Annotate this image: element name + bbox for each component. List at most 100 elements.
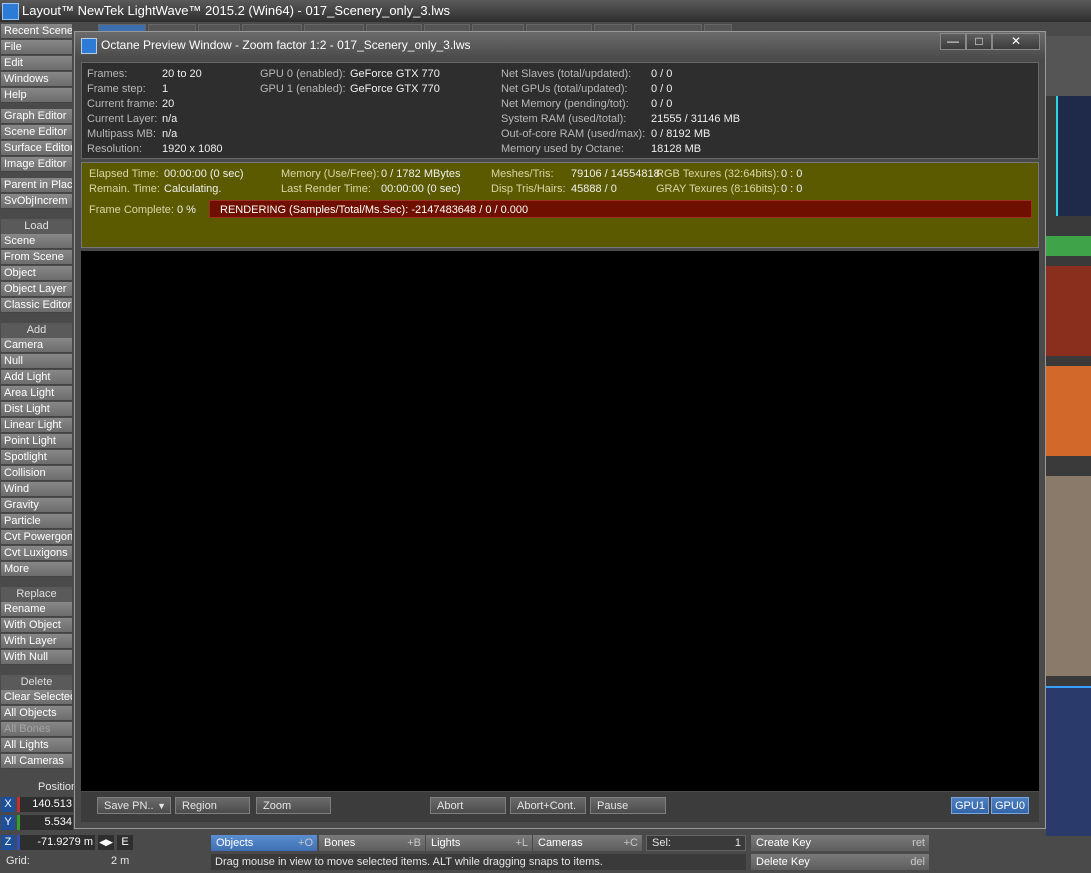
bones-tab-label: Bones [324, 837, 356, 849]
dist-light-button[interactable]: Dist Light [1, 402, 72, 417]
multipass-label: Multipass MB: [87, 128, 157, 140]
spotlight-button[interactable]: Spotlight [1, 450, 72, 465]
e-toggle[interactable]: E [117, 835, 133, 850]
net-memory-value: 0 / 0 [651, 98, 673, 110]
file-button[interactable]: File [1, 40, 72, 55]
rgb-textures-value: 0 : 0 [781, 168, 803, 180]
load-object-layer-button[interactable]: Object Layer [1, 282, 72, 297]
delete-all-cameras-button[interactable]: All Cameras [1, 754, 72, 769]
octane-window-title: Octane Preview Window - Zoom factor 1:2 … [101, 38, 471, 52]
position-label: Position [38, 781, 78, 793]
x-axis-toggle[interactable]: X [1, 797, 15, 812]
disp-tris-label: Disp Tris/Hairs: [491, 183, 566, 195]
current-frame-value: 20 [162, 98, 175, 110]
parent-in-place-button[interactable]: Parent in Place [1, 178, 72, 193]
svobjincrem-button[interactable]: SvObjIncrem [1, 194, 72, 209]
y-position-field[interactable]: 5.534 [17, 815, 73, 830]
particle-button[interactable]: Particle [1, 514, 72, 529]
lights-shortcut: +L [515, 837, 528, 849]
region-button[interactable]: Region [175, 797, 250, 814]
graph-editor-button[interactable]: Graph Editor [1, 109, 72, 124]
sel-label: Sel: [652, 837, 671, 849]
rename-button[interactable]: Rename [1, 602, 72, 617]
delete-key-button[interactable]: Delete Key del [751, 854, 929, 870]
sel-value: 1 [734, 837, 741, 849]
add-header: Add [1, 323, 72, 338]
octane-window-icon [81, 38, 97, 54]
point-light-button[interactable]: Point Light [1, 434, 72, 449]
save-png-dropdown[interactable]: Save PN.. ▼ [97, 797, 171, 814]
windows-button[interactable]: Windows [1, 72, 72, 87]
pause-button[interactable]: Pause [590, 797, 666, 814]
add-light-button[interactable]: Add Light [1, 370, 72, 385]
cameras-shortcut: +C [623, 837, 638, 849]
cvt-luxigons-button[interactable]: Cvt Luxigons [1, 546, 72, 561]
bones-tab[interactable]: Bones +B [319, 835, 425, 851]
surface-editor-button[interactable]: Surface Editor [1, 141, 72, 156]
current-frame-label: Current frame: [87, 98, 158, 110]
delete-key-shortcut: del [910, 856, 925, 868]
replace-with-layer-button[interactable]: With Layer [1, 634, 72, 649]
maximize-icon[interactable]: □ [966, 33, 992, 50]
load-object-button[interactable]: Object [1, 266, 72, 281]
cvt-powergons-button[interactable]: Cvt Powergons [1, 530, 72, 545]
delete-all-lights-button[interactable]: All Lights [1, 738, 72, 753]
load-from-scene-button[interactable]: From Scene [1, 250, 72, 265]
elapsed-time-label: Elapsed Time: [89, 168, 159, 180]
edit-button[interactable]: Edit [1, 56, 72, 71]
gpu0-toggle[interactable]: GPU0 [991, 797, 1029, 814]
move-arrows-icon[interactable]: ◀▶ [98, 835, 114, 850]
delete-all-bones-button[interactable]: All Bones [1, 722, 72, 737]
minimize-icon[interactable]: — [940, 33, 966, 50]
app-titlebar: Layout™ NewTek LightWave™ 2015.2 (Win64)… [0, 0, 1091, 22]
collision-button[interactable]: Collision [1, 466, 72, 481]
objects-tab-label: Objects [216, 837, 254, 849]
cameras-tab[interactable]: Cameras +C [533, 835, 642, 851]
more-button[interactable]: More [1, 562, 72, 577]
position-panel: Position X 140.513 Y 5.534 [0, 778, 78, 838]
replace-with-null-button[interactable]: With Null [1, 650, 72, 665]
z-position-field[interactable]: -71.9279 m [17, 835, 95, 850]
delete-all-objects-button[interactable]: All Objects [1, 706, 72, 721]
classic-editor-button[interactable]: Classic Editor [1, 298, 72, 313]
cameras-tab-label: Cameras [538, 837, 583, 849]
octane-titlebar[interactable]: Octane Preview Window - Zoom factor 1:2 … [75, 32, 1045, 59]
lights-tab[interactable]: Lights +L [426, 835, 532, 851]
clear-selected-button[interactable]: Clear Selected [1, 690, 72, 705]
render-preview-area[interactable] [81, 251, 1039, 791]
wind-button[interactable]: Wind [1, 482, 72, 497]
zoom-button[interactable]: Zoom [256, 797, 331, 814]
area-light-button[interactable]: Area Light [1, 386, 72, 401]
frames-label: Frames: [87, 68, 128, 80]
y-axis-toggle[interactable]: Y [1, 815, 15, 830]
objects-tab[interactable]: Objects +O [211, 835, 317, 851]
z-axis-toggle[interactable]: Z [1, 835, 15, 850]
load-header: Load [1, 219, 72, 234]
delete-key-label: Delete Key [756, 856, 810, 868]
chevron-down-icon: ▼ [157, 801, 166, 811]
abort-cont-button[interactable]: Abort+Cont. [510, 797, 586, 814]
disp-tris-value: 45888 / 0 [571, 183, 617, 195]
add-camera-button[interactable]: Camera [1, 338, 72, 353]
scene-editor-button[interactable]: Scene Editor [1, 125, 72, 140]
gpu1-toggle[interactable]: GPU1 [951, 797, 989, 814]
current-layer-value: n/a [162, 113, 178, 125]
load-scene-button[interactable]: Scene [1, 234, 72, 249]
octane-button-bar: Save PN.. ▼ Region Zoom Abort Abort+Cont… [81, 792, 1039, 822]
gpu1-label: GPU 1 (enabled): [260, 83, 346, 95]
layout-viewport[interactable] [1046, 36, 1091, 836]
delete-header: Delete [1, 675, 72, 690]
close-icon[interactable]: ✕ [992, 33, 1040, 50]
x-position-field[interactable]: 140.513 [17, 797, 73, 812]
abort-button[interactable]: Abort [430, 797, 506, 814]
linear-light-button[interactable]: Linear Light [1, 418, 72, 433]
help-button[interactable]: Help [1, 88, 72, 103]
replace-with-object-button[interactable]: With Object [1, 618, 72, 633]
gravity-button[interactable]: Gravity [1, 498, 72, 513]
add-null-button[interactable]: Null [1, 354, 72, 369]
image-editor-button[interactable]: Image Editor [1, 157, 72, 172]
frame-complete-label: Frame Complete: [89, 204, 174, 216]
recent-scene-button[interactable]: Recent Scene [1, 24, 72, 39]
last-render-value: 00:00:00 (0 sec) [381, 183, 461, 195]
create-key-button[interactable]: Create Key ret [751, 835, 929, 851]
